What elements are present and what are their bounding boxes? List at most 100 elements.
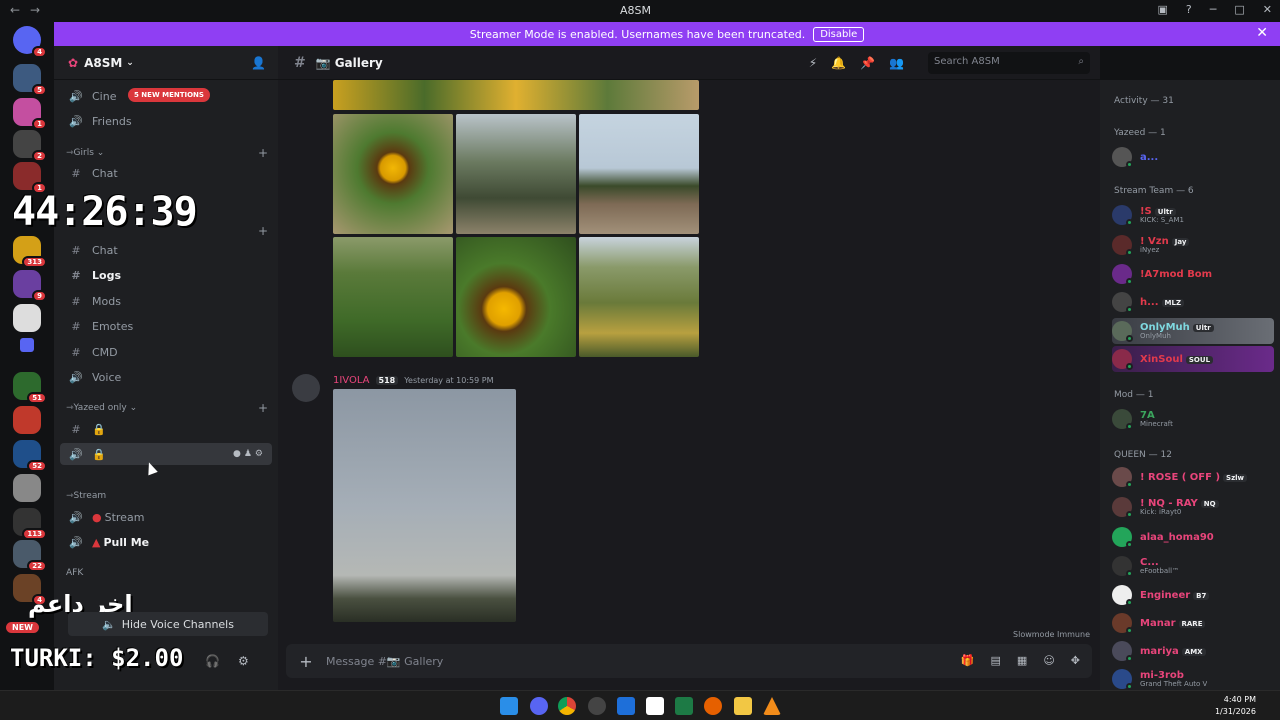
bell-icon[interactable]: 🔔 xyxy=(831,56,846,70)
channel-mods[interactable]: # Mods xyxy=(60,290,272,312)
channel-friends[interactable]: 🔊 Friends xyxy=(60,110,272,132)
server-icon[interactable] xyxy=(13,474,41,502)
new-mentions-badge[interactable]: 5 NEW MENTIONS xyxy=(128,88,210,102)
message-composer[interactable]: + Message #📷 Gallery 🎁 ▤ ▦ ☺ ✥ xyxy=(286,644,1092,678)
guild-header[interactable]: ✿ A8SM ⌄ 👤 xyxy=(54,46,278,80)
server-icon[interactable]: 5 xyxy=(13,64,47,96)
add-channel-icon[interactable]: + xyxy=(258,146,268,160)
nav-arrows-icon[interactable]: ←→ xyxy=(10,3,50,17)
member-item[interactable]: XinSoul SOUL xyxy=(1112,346,1274,372)
upload-plus-icon[interactable]: + xyxy=(286,652,326,671)
vlc-icon[interactable] xyxy=(763,697,781,715)
headphones-icon[interactable]: 🎧 xyxy=(205,654,220,668)
inbox-icon[interactable]: ▣ xyxy=(1158,3,1168,16)
pin-icon[interactable]: 📌 xyxy=(860,56,875,70)
channel-locked-voice[interactable]: 🔊 🔒 ●♟⚙ xyxy=(60,443,272,465)
search-input[interactable]: Search A8SM ⌕ xyxy=(928,52,1090,74)
gallery-photo[interactable] xyxy=(333,80,699,110)
excel-icon[interactable] xyxy=(675,697,693,715)
server-icon[interactable]: 113 xyxy=(13,508,47,540)
server-icon[interactable]: 313 xyxy=(13,236,47,268)
member-item[interactable]: Manar RARE xyxy=(1112,610,1274,636)
gallery-photo[interactable] xyxy=(333,237,453,357)
members-icon[interactable]: 👥 xyxy=(889,56,904,70)
folder-icon[interactable] xyxy=(734,697,752,715)
channel-emotes[interactable]: # Emotes xyxy=(60,315,272,337)
server-icon[interactable]: 22 xyxy=(13,540,47,572)
close-window-button[interactable]: ✕ xyxy=(1263,3,1272,16)
gift-icon[interactable]: 🎁 xyxy=(961,654,975,667)
settings-gear-icon[interactable]: ⚙ xyxy=(238,654,249,668)
member-item[interactable]: !S Ultr KICK: S_AM1 xyxy=(1112,202,1274,228)
server-icon[interactable]: 2 xyxy=(13,130,47,162)
member-item[interactable]: ! ROSE ( OFF ) Szlw xyxy=(1112,464,1274,490)
member-item[interactable]: Engineer B7 xyxy=(1112,582,1274,608)
add-channel-icon[interactable]: + xyxy=(258,401,268,415)
apps-icon[interactable]: ✥ xyxy=(1071,654,1080,667)
member-item[interactable]: !A7mod Bom xyxy=(1112,261,1274,287)
activity-header[interactable]: Activity — 31 xyxy=(1114,96,1174,106)
author-name[interactable]: 1IVOLA xyxy=(333,375,370,386)
member-item[interactable]: 7A Minecraft xyxy=(1112,406,1274,432)
server-icon[interactable] xyxy=(13,406,41,434)
add-member-icon[interactable]: 👤 xyxy=(251,56,266,70)
member-item[interactable]: C... eFootball™ xyxy=(1112,553,1274,579)
chrome-icon[interactable] xyxy=(558,697,576,715)
member-item[interactable]: OnlyMuh Ultr OnlyMuh xyxy=(1112,318,1274,344)
gallery-photo[interactable] xyxy=(333,114,453,234)
channel-tools-icons[interactable]: ●♟⚙ xyxy=(233,449,266,459)
gallery-photo[interactable] xyxy=(456,114,576,234)
message-photo[interactable] xyxy=(333,389,516,622)
firefox-icon[interactable] xyxy=(704,697,722,715)
hide-voice-channels-button[interactable]: 🔈 Hide Voice Channels xyxy=(68,612,268,636)
home-button[interactable]: 4 xyxy=(13,26,47,58)
app-icon[interactable] xyxy=(617,697,635,715)
system-clock[interactable]: 4:40 PM 1/31/2026 xyxy=(1215,694,1256,718)
channel-cmd[interactable]: # CMD xyxy=(60,341,272,363)
emoji-icon[interactable]: ☺ xyxy=(1043,654,1054,667)
windows-start-icon[interactable] xyxy=(500,697,518,715)
gif-icon[interactable]: ▤ xyxy=(991,654,1001,667)
message-input[interactable]: Message #📷 Gallery xyxy=(326,655,443,668)
capcut-icon[interactable] xyxy=(646,697,664,715)
server-icon[interactable]: 52 xyxy=(13,440,47,472)
member-item[interactable]: mariya AMX xyxy=(1112,638,1274,664)
category-girls[interactable]: ⇾Girls ⌄ + xyxy=(66,146,268,160)
maximize-button[interactable]: □ xyxy=(1234,3,1244,16)
channel-girls-chat[interactable]: # Chat xyxy=(60,162,272,184)
discord-icon[interactable] xyxy=(530,697,548,715)
category-afk[interactable]: AFK xyxy=(66,568,83,578)
server-icon[interactable]: 51 xyxy=(13,372,47,404)
app-icon[interactable] xyxy=(588,697,606,715)
server-icon[interactable] xyxy=(13,304,41,332)
minimize-button[interactable]: ─ xyxy=(1210,3,1217,16)
server-icon[interactable]: 9 xyxy=(13,270,47,302)
channel-pull-me[interactable]: 🔊 ▲ Pull Me xyxy=(60,531,272,553)
member-item[interactable]: h... MLZ xyxy=(1112,289,1274,315)
sticker-icon[interactable]: ▦ xyxy=(1017,654,1027,667)
member-item[interactable]: a... xyxy=(1112,144,1274,170)
server-icon[interactable] xyxy=(20,338,34,352)
help-icon[interactable]: ? xyxy=(1186,3,1192,16)
channel-logs[interactable]: # Logs xyxy=(60,264,272,286)
close-icon[interactable]: ✕ xyxy=(1256,25,1268,41)
gallery-photo[interactable] xyxy=(579,114,699,234)
disable-button[interactable]: Disable xyxy=(813,26,865,42)
channel-locked-text[interactable]: # 🔒 xyxy=(60,418,272,440)
channel-voice[interactable]: 🔊 Voice xyxy=(60,366,272,388)
channel-stream[interactable]: 🔊 ● Stream xyxy=(60,506,272,528)
server-icon[interactable]: 1 xyxy=(13,162,47,194)
channel-chat[interactable]: # Chat xyxy=(60,239,272,261)
threads-icon[interactable]: ⚡ xyxy=(809,56,817,70)
gallery-photo[interactable] xyxy=(579,237,699,357)
member-item[interactable]: ! NQ - RAY NQ Kick: iRayt0 xyxy=(1112,494,1274,520)
avatar[interactable] xyxy=(292,374,320,402)
gallery-photo[interactable] xyxy=(456,237,576,357)
category-stream[interactable]: ⇾Stream xyxy=(66,491,106,501)
server-icon[interactable]: 1 xyxy=(13,98,47,130)
add-channel-icon[interactable]: + xyxy=(258,224,268,238)
member-item[interactable]: alaa_homa90 xyxy=(1112,524,1274,550)
member-item[interactable]: ! Vzn Jay iNyez xyxy=(1112,232,1274,258)
category-yazeed-only[interactable]: ⇾Yazeed only ⌄ + xyxy=(66,401,268,415)
member-item[interactable]: mi-3rob Grand Theft Auto V xyxy=(1112,666,1274,692)
